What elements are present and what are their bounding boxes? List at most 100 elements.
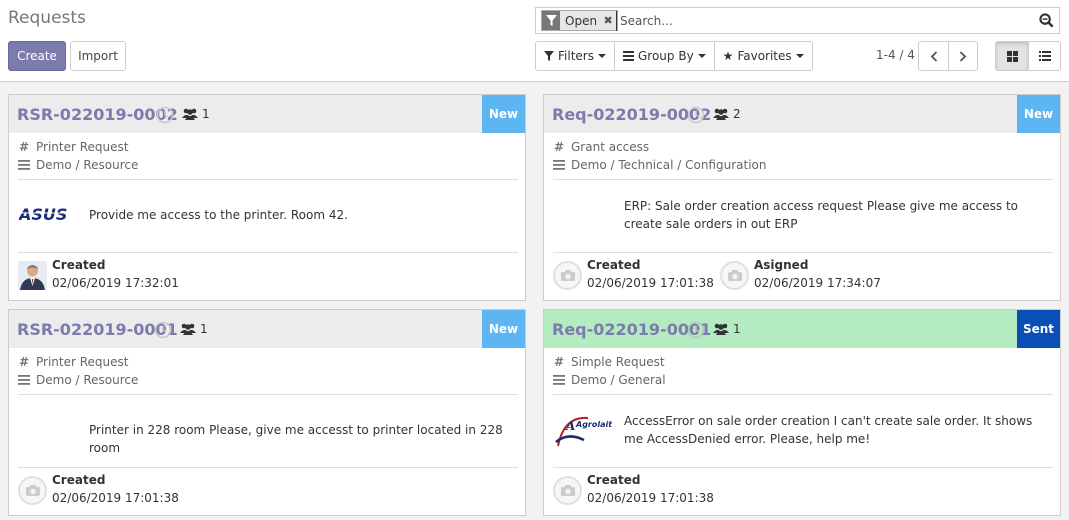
stage-badge: Sent <box>1017 310 1060 348</box>
activity-name: Created <box>587 258 641 272</box>
activity-name: Created <box>587 473 641 487</box>
view-switcher <box>995 41 1061 71</box>
followers[interactable]: 1 <box>180 322 208 336</box>
divider <box>18 252 518 253</box>
camera-placeholder-icon <box>720 261 749 290</box>
users-icon <box>713 323 729 335</box>
request-type: # Printer Request <box>18 355 129 369</box>
facet-label: Open <box>565 13 598 28</box>
groupby-dropdown[interactable]: Group By <box>615 42 715 70</box>
hash-icon: # <box>18 140 30 154</box>
search-icon[interactable] <box>1039 13 1054 32</box>
request-category-label: Demo / Resource <box>36 158 139 172</box>
divider <box>18 179 518 180</box>
followers-count: 1 <box>202 107 210 121</box>
users-icon <box>713 108 729 120</box>
page-title: Requests <box>8 8 86 28</box>
divider <box>18 394 518 395</box>
camera-placeholder-icon <box>553 261 582 290</box>
stage-badge: New <box>1017 95 1060 133</box>
request-description: ERP: Sale order creation access request … <box>624 199 1019 231</box>
star-icon: ★ <box>722 49 734 63</box>
request-category: Demo / Technical / Configuration <box>553 158 766 172</box>
create-button[interactable]: Create <box>8 41 66 71</box>
svg-text:ASUS: ASUS <box>19 205 67 224</box>
caret-down-icon <box>795 54 804 58</box>
request-card[interactable]: RSR-022019-0002 1 New # Printer Request … <box>8 94 526 301</box>
filters-dropdown[interactable]: Filters <box>536 42 615 70</box>
request-category: Demo / Resource <box>18 158 138 172</box>
request-category-label: Demo / General <box>571 373 666 387</box>
stage-badge: New <box>482 310 525 348</box>
request-description: Printer in 228 room Please, give me acce… <box>89 423 503 455</box>
groupby-label: Group By <box>637 49 694 63</box>
divider <box>553 467 1053 468</box>
request-type: # Printer Request <box>18 140 129 154</box>
activity-name: Created <box>52 473 106 487</box>
caret-down-icon <box>597 54 606 58</box>
activity-name: Created <box>52 258 106 272</box>
request-type-label: Grant access <box>571 140 650 154</box>
favorites-dropdown[interactable]: ★ Favorites <box>715 42 812 70</box>
hash-icon: # <box>553 355 565 369</box>
followers[interactable]: 1 <box>713 322 741 336</box>
request-card[interactable]: Req-022019-0002 2 New # Grant access Dem… <box>543 94 1061 301</box>
facet-remove-icon[interactable]: ✖ <box>602 14 614 27</box>
request-description: Provide me access to the printer. Room 4… <box>89 208 348 222</box>
caret-down-icon <box>697 54 706 58</box>
chevron-right-icon <box>959 50 967 62</box>
request-category-label: Demo / Technical / Configuration <box>571 158 767 172</box>
request-description: AccessError on sale order creation I can… <box>624 414 1033 446</box>
list-icon <box>622 51 634 61</box>
pager-buttons <box>918 41 978 71</box>
activity-date: 02/06/2019 17:34:07 <box>754 276 881 290</box>
list-view-button[interactable] <box>1028 42 1060 70</box>
divider <box>553 179 1053 180</box>
bars-icon <box>553 375 565 385</box>
search-options: Filters Group By ★ Favorites <box>535 41 813 71</box>
request-type: # Grant access <box>553 140 649 154</box>
request-category: Demo / Resource <box>18 373 138 387</box>
followers-count: 1 <box>733 322 741 336</box>
activity-date: 02/06/2019 17:01:38 <box>52 491 179 505</box>
camera-placeholder-icon <box>18 476 47 505</box>
followers-count: 2 <box>733 107 741 121</box>
search-input[interactable] <box>616 11 1031 31</box>
stage-badge: New <box>482 95 525 133</box>
bars-icon <box>18 375 30 385</box>
kanban-view-button[interactable] <box>996 42 1028 70</box>
request-category-label: Demo / Resource <box>36 373 139 387</box>
bars-icon <box>553 160 565 170</box>
import-button[interactable]: Import <box>70 41 126 71</box>
followers-count: 1 <box>200 322 208 336</box>
followers[interactable]: 2 <box>713 107 741 121</box>
divider <box>553 394 1053 395</box>
asus-logo: ASUS <box>17 205 79 229</box>
activity-date: 02/06/2019 17:01:38 <box>587 276 714 290</box>
request-type-label: Printer Request <box>36 355 129 369</box>
request-reference[interactable]: RSR-022019-0002 <box>17 105 178 124</box>
pager-value[interactable]: 1-4 / 4 <box>876 48 915 62</box>
control-panel: Requests Create Import Open ✖ Filters Gr… <box>0 0 1069 82</box>
request-card[interactable]: Req-022019-0001 1 Sent # Simple Request … <box>543 309 1061 516</box>
request-type: # Simple Request <box>553 355 665 369</box>
clock-icon[interactable] <box>156 106 174 128</box>
request-card[interactable]: RSR-022019-0001 1 New # Printer Request … <box>8 309 526 516</box>
user-avatar <box>18 261 47 290</box>
activity-date: 02/06/2019 17:32:01 <box>52 276 179 290</box>
previous-page-button[interactable] <box>919 42 948 70</box>
search-bar: Open ✖ <box>535 7 1060 34</box>
card-header: RSR-022019-0001 1 New <box>9 310 525 348</box>
users-icon <box>180 323 196 335</box>
chevron-left-icon <box>930 50 937 62</box>
followers[interactable]: 1 <box>182 107 210 121</box>
search-facet-open: Open ✖ <box>541 10 619 31</box>
clock-icon[interactable] <box>687 321 705 343</box>
filter-icon <box>542 11 560 30</box>
card-header: RSR-022019-0002 1 New <box>9 95 525 133</box>
next-page-button[interactable] <box>948 42 977 70</box>
grid-icon <box>1006 50 1018 62</box>
clock-icon[interactable] <box>687 106 705 128</box>
clock-icon[interactable] <box>154 321 172 343</box>
request-category: Demo / General <box>553 373 666 387</box>
